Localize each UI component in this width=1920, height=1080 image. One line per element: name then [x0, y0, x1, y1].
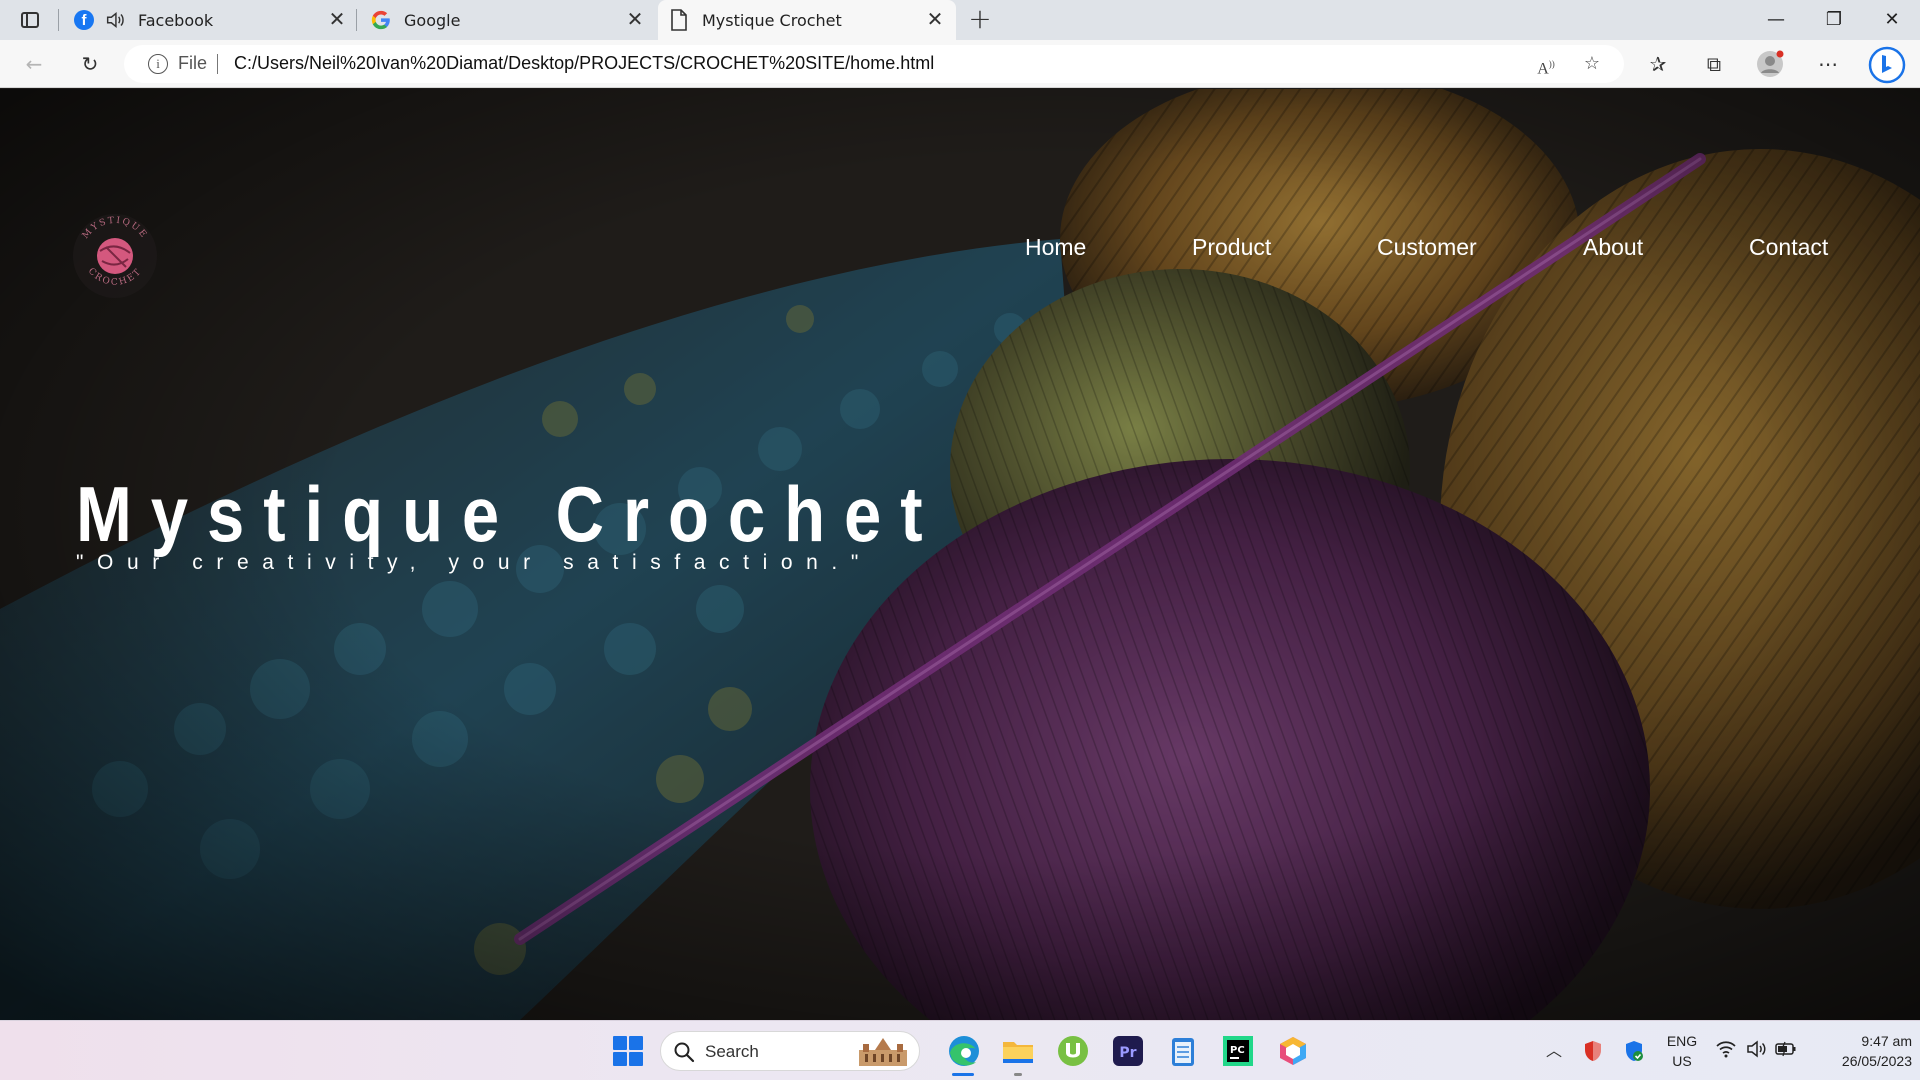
back-icon[interactable]: ←: [20, 50, 48, 78]
document-icon: [671, 9, 687, 31]
tab-facebook[interactable]: f Facebook ✕: [60, 0, 354, 40]
file-explorer-icon[interactable]: [1000, 1033, 1036, 1069]
utorrent-icon[interactable]: [1055, 1033, 1091, 1069]
tab-label: Mystique Crochet: [702, 11, 842, 30]
scheme-label: File: [178, 53, 208, 73]
nav-product[interactable]: Product: [1192, 234, 1271, 261]
new-tab-icon[interactable]: +: [966, 5, 994, 34]
premiere-pro-icon[interactable]: Pr: [1110, 1033, 1146, 1069]
tab-actions-icon[interactable]: [18, 8, 42, 32]
search-highlight-icon: [859, 1038, 907, 1066]
google-icon: [371, 10, 390, 30]
security-shield-icon[interactable]: [1581, 1039, 1605, 1063]
address-separator: [217, 54, 218, 74]
facebook-icon: f: [74, 10, 94, 30]
clock-time[interactable]: 9:47 am: [1808, 1033, 1912, 1049]
app-cube-icon[interactable]: [1275, 1033, 1311, 1069]
more-options-icon[interactable]: ⋯: [1814, 50, 1842, 78]
tab-separator: [58, 9, 59, 31]
bing-copilot-icon[interactable]: [1868, 46, 1906, 84]
windows-start-icon[interactable]: [613, 1036, 643, 1066]
site-logo[interactable]: MYSTIQUE CROCHET: [70, 211, 160, 301]
close-window-icon[interactable]: ✕: [1864, 0, 1920, 40]
notepad-icon[interactable]: [1165, 1033, 1201, 1069]
collections-icon[interactable]: ⧉: [1700, 50, 1728, 78]
profile-avatar-icon[interactable]: [1756, 50, 1784, 78]
input-language[interactable]: ENG: [1662, 1033, 1702, 1049]
add-favorite-icon[interactable]: ☆: [1580, 52, 1604, 76]
page-viewport: MYSTIQUE CROCHET Home Product Customer A…: [0, 89, 1920, 1020]
tab-mystique-crochet[interactable]: Mystique Crochet ✕: [658, 0, 956, 40]
edge-icon[interactable]: [946, 1033, 982, 1069]
volume-icon[interactable]: [1744, 1039, 1768, 1063]
browser-toolbar: ← ↻ i File C:/Users/Neil%20Ivan%20Diamat…: [0, 40, 1920, 88]
clock-date[interactable]: 26/05/2023: [1808, 1053, 1912, 1069]
active-app-indicator: [952, 1073, 974, 1076]
search-label: Search: [705, 1042, 759, 1061]
close-tab-icon[interactable]: ✕: [326, 8, 348, 30]
show-hidden-icons-chevron-icon[interactable]: ︿: [1542, 1039, 1566, 1063]
address-bar[interactable]: i File C:/Users/Neil%20Ivan%20Diamat/Des…: [124, 45, 1624, 83]
pycharm-icon[interactable]: PC: [1220, 1033, 1256, 1069]
windows-taskbar: Search Pr PC ︿ ENG US 9:47 am 26/05/2023: [0, 1020, 1920, 1080]
tab-separator: [356, 9, 357, 31]
minimize-icon[interactable]: —: [1748, 0, 1804, 40]
taskbar-search[interactable]: Search: [660, 1031, 920, 1071]
hero-subtitle: "Our creativity, your satisfaction.": [76, 551, 872, 574]
svg-text:Pr: Pr: [1119, 1045, 1136, 1061]
battery-icon[interactable]: [1774, 1039, 1798, 1063]
wifi-icon[interactable]: [1714, 1039, 1738, 1063]
nav-contact[interactable]: Contact: [1749, 234, 1828, 261]
favorites-icon[interactable]: ✰: [1644, 50, 1672, 78]
close-tab-icon[interactable]: ✕: [924, 8, 946, 30]
windows-security-icon[interactable]: [1622, 1039, 1646, 1063]
tab-label: Facebook: [138, 11, 214, 30]
speaker-icon[interactable]: [104, 9, 126, 31]
tab-label: Google: [404, 11, 461, 30]
nav-about[interactable]: About: [1583, 234, 1643, 261]
tab-google[interactable]: Google ✕: [358, 0, 656, 40]
info-icon[interactable]: i: [148, 54, 168, 74]
running-app-indicator: [1014, 1073, 1022, 1076]
close-tab-icon[interactable]: ✕: [624, 8, 646, 30]
nav-home[interactable]: Home: [1025, 234, 1086, 261]
input-region[interactable]: US: [1662, 1053, 1702, 1069]
read-aloud-icon[interactable]: A)): [1534, 52, 1558, 77]
search-icon: [674, 1042, 695, 1063]
tab-strip: f Facebook ✕ Google ✕ Mystique Crochet ✕…: [0, 0, 1920, 40]
refresh-icon[interactable]: ↻: [76, 50, 104, 78]
svg-text:PC: PC: [1230, 1045, 1245, 1056]
url-text[interactable]: C:/Users/Neil%20Ivan%20Diamat/Desktop/PR…: [234, 53, 934, 74]
nav-customer[interactable]: Customer: [1377, 234, 1477, 261]
hero-title: Mystique Crochet: [76, 470, 942, 558]
restore-icon[interactable]: ❐: [1806, 0, 1862, 40]
